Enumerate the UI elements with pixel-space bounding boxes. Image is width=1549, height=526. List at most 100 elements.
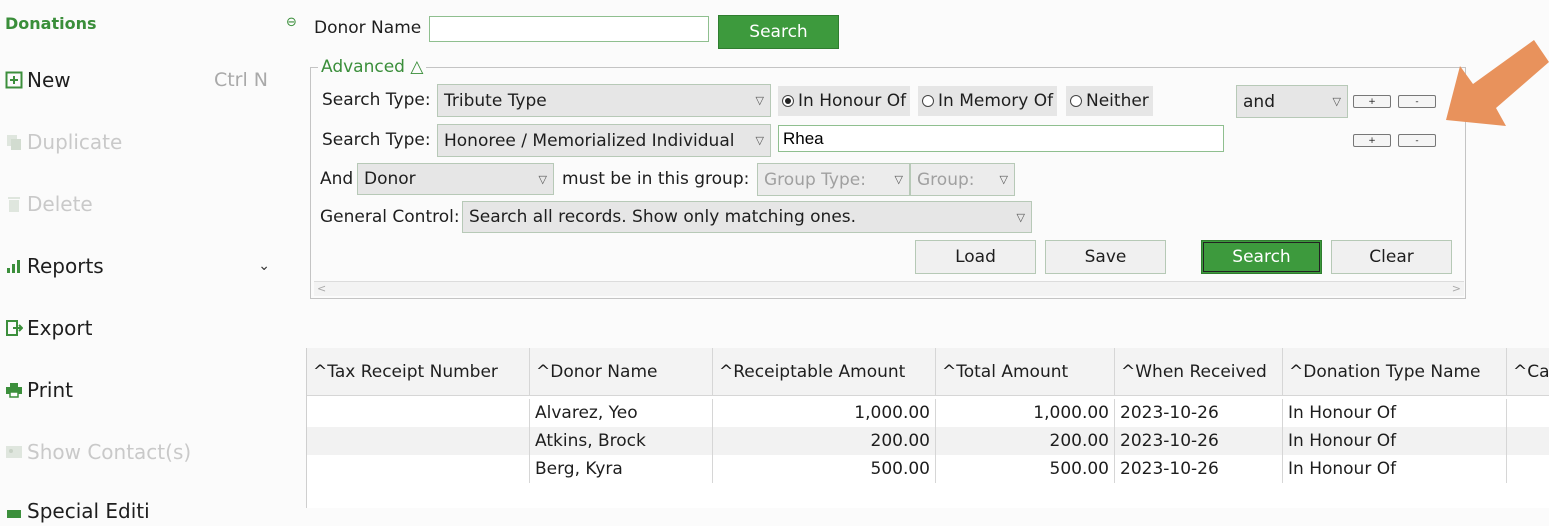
sort-caret-icon: ^	[719, 361, 734, 382]
column-title: When Received	[1135, 361, 1267, 382]
cell-donor-name: Alvarez, Yeo	[530, 399, 713, 427]
sidebar-item-label: Duplicate	[27, 130, 123, 154]
sidebar-item-print[interactable]: Print	[4, 375, 276, 405]
select-value: and	[1243, 91, 1275, 112]
column-header-tax-receipt[interactable]: ^ Tax Receipt Number	[307, 348, 530, 396]
column-header-when-received[interactable]: ^ When Received	[1115, 348, 1283, 396]
save-button[interactable]: Save	[1045, 240, 1166, 274]
sidebar-item-new[interactable]: New Ctrl N	[4, 65, 276, 95]
cell-tax-receipt	[307, 427, 530, 455]
cell-donation-type: In Honour Of	[1283, 427, 1507, 455]
annotation-arrow-icon	[1446, 40, 1549, 126]
table-row[interactable]: Berg, Kyra 500.00 500.00 2023-10-26 In H…	[307, 455, 1549, 483]
select-value: Group Type:	[764, 169, 866, 190]
donor-select[interactable]: Donor ▽	[357, 163, 554, 195]
clear-button[interactable]: Clear	[1331, 240, 1452, 274]
chevron-down-icon: ▽	[999, 173, 1008, 186]
group-membership-label: must be in this group:	[562, 169, 750, 189]
radio-unselected-icon	[922, 95, 934, 107]
bar-chart-icon	[4, 256, 24, 276]
table-row[interactable]: Alvarez, Yeo 1,000.00 1,000.00 2023-10-2…	[307, 399, 1549, 427]
sort-caret-icon: ^	[1513, 361, 1528, 382]
top-search-button[interactable]: Search	[718, 15, 839, 49]
column-header-donor-name[interactable]: ^ Donor Name	[530, 348, 713, 396]
column-title: Donor Name	[550, 361, 658, 382]
contact-card-icon	[4, 442, 24, 462]
chevron-down-icon: ▽	[1332, 95, 1341, 108]
donor-name-input[interactable]	[429, 16, 709, 42]
donor-name-label: Donor Name	[314, 18, 422, 38]
sidebar-item-label: Delete	[27, 192, 93, 216]
radio-neither[interactable]: Neither	[1066, 86, 1153, 116]
table-row[interactable]: Atkins, Brock 200.00 200.00 2023-10-26 I…	[307, 427, 1549, 455]
cell-tax-receipt	[307, 455, 530, 483]
edit-icon	[4, 501, 24, 521]
sort-caret-icon: ^	[313, 361, 328, 382]
shortcut-hint: Ctrl N	[213, 69, 268, 91]
column-header-total-amount[interactable]: ^ Total Amount	[936, 348, 1115, 396]
radio-in-honour-of[interactable]: In Honour Of	[778, 86, 911, 116]
radio-label: In Memory Of	[938, 91, 1054, 111]
cell-total-amount: 200.00	[936, 427, 1115, 455]
sidebar-item-label: Print	[27, 378, 74, 402]
scroll-left-icon[interactable]: <	[317, 282, 326, 295]
sidebar-item-export[interactable]: Export	[4, 313, 276, 343]
sidebar-item-special-edit[interactable]: Special Editi	[4, 496, 276, 526]
sidebar-title: Donations	[5, 14, 97, 33]
scroll-right-icon[interactable]: >	[1452, 282, 1461, 295]
sort-caret-icon: ^	[1289, 361, 1304, 382]
general-control-select[interactable]: Search all records. Show only matching o…	[462, 201, 1032, 233]
cell-when-received: 2023-10-26	[1115, 455, 1283, 483]
search-type-select[interactable]: Tribute Type ▽	[437, 84, 771, 117]
chevron-down-icon: ⌄	[258, 258, 270, 274]
radio-unselected-icon	[1070, 95, 1082, 107]
cell-donation-type: In Honour Of	[1283, 399, 1507, 427]
printer-icon	[4, 380, 24, 400]
add-criteria-button[interactable]: +	[1353, 95, 1391, 108]
advanced-toggle[interactable]: Advanced △	[318, 57, 427, 77]
cell-total-amount: 1,000.00	[936, 399, 1115, 427]
sort-caret-icon: ^	[1121, 361, 1136, 382]
select-value: Search all records. Show only matching o…	[469, 207, 857, 227]
column-title: Total Amount	[956, 361, 1069, 382]
radio-in-memory-of[interactable]: In Memory Of	[918, 86, 1058, 116]
horizontal-scrollbar[interactable]: < >	[314, 281, 1464, 296]
sidebar-item-label: Reports	[27, 254, 104, 278]
collapse-icon[interactable]: ⊖	[286, 15, 297, 30]
and-label: And	[320, 169, 354, 189]
column-title: Receiptable Amount	[733, 361, 906, 382]
load-button[interactable]: Load	[915, 240, 1036, 274]
cell-donation-type: In Honour Of	[1283, 455, 1507, 483]
conjunction-select[interactable]: and ▽	[1236, 85, 1348, 118]
plus-box-icon	[4, 70, 24, 90]
add-criteria-button[interactable]: +	[1353, 134, 1391, 147]
sidebar-item-reports[interactable]: Reports ⌄	[4, 251, 276, 281]
sidebar-item-show-contacts[interactable]: Show Contact(s)	[4, 437, 276, 467]
select-value: Tribute Type	[444, 90, 547, 111]
sidebar-item-label: Show Contact(s)	[27, 440, 192, 464]
search-type-select[interactable]: Honoree / Memorialized Individual ▽	[437, 124, 771, 157]
advanced-search-button[interactable]: Search	[1201, 240, 1322, 274]
export-icon	[4, 318, 24, 338]
column-header-receiptable-amount[interactable]: ^ Receiptable Amount	[713, 348, 936, 396]
remove-criteria-button[interactable]: -	[1398, 134, 1436, 147]
group-select[interactable]: Group: ▽	[910, 163, 1015, 196]
column-title: Tax Receipt Number	[327, 361, 498, 382]
column-header-donation-type[interactable]: ^ Donation Type Name	[1283, 348, 1507, 396]
group-type-select[interactable]: Group Type: ▽	[757, 163, 910, 196]
radio-label: In Honour Of	[798, 91, 907, 111]
general-control-label: General Control:	[320, 207, 460, 227]
column-header-ca[interactable]: ^ Ca	[1507, 348, 1549, 396]
sidebar-item-duplicate[interactable]: Duplicate	[4, 127, 276, 157]
cell-donor-name: Berg, Kyra	[530, 455, 713, 483]
chevron-down-icon: ▽	[755, 134, 764, 147]
column-title: Ca	[1527, 361, 1549, 382]
chevron-down-icon: ▽	[755, 94, 764, 107]
sidebar-item-delete[interactable]: Delete	[4, 189, 276, 219]
search-type-label: Search Type:	[322, 130, 431, 150]
honoree-value-input[interactable]	[778, 125, 1224, 152]
duplicate-icon	[4, 132, 24, 152]
chevron-down-icon: ▽	[538, 172, 547, 186]
remove-criteria-button[interactable]: -	[1398, 95, 1436, 108]
cell-when-received: 2023-10-26	[1115, 399, 1283, 427]
